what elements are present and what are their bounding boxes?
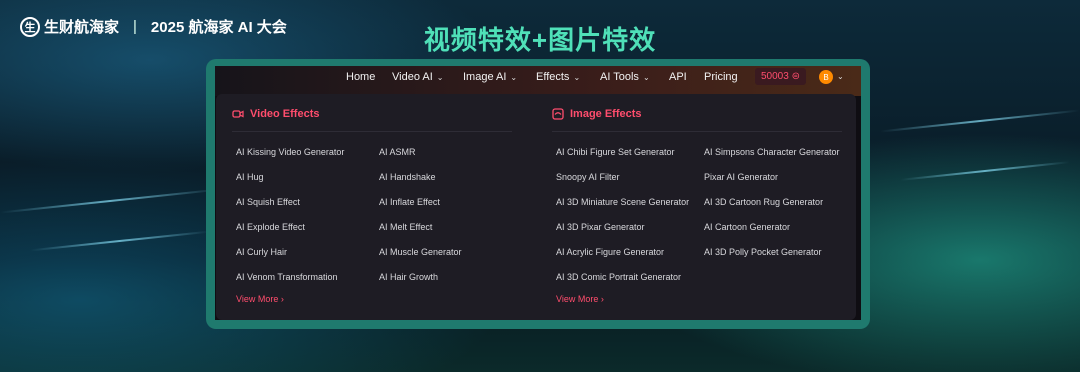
chevron-down-icon: ⌄	[642, 73, 650, 82]
video-effects-heading: Video Effects	[232, 108, 320, 120]
slide-headline: 视频特效+图片特效	[423, 25, 657, 55]
user-avatar[interactable]: B	[819, 70, 833, 84]
light-streak	[900, 161, 1070, 181]
nav-pricing[interactable]: Pricing	[704, 71, 738, 83]
image-effect-link[interactable]: AI 3D Pixar Generator	[556, 222, 645, 232]
credits-value: 50003	[761, 71, 789, 82]
video-effect-link[interactable]: AI Hair Growth	[379, 272, 438, 282]
image-effect-link[interactable]: AI Simpsons Character Generator	[704, 147, 840, 157]
website-screenshot: Home Video AI ⌄ Image AI ⌄ Effects ⌄ AI Too…	[215, 66, 861, 320]
image-effect-link[interactable]: AI Cartoon Generator	[704, 222, 790, 232]
nav-video-ai-label: Video AI	[392, 71, 433, 83]
video-effect-link[interactable]: AI Muscle Generator	[379, 247, 462, 257]
video-effects-divider	[232, 131, 512, 132]
image-effects-title: Image Effects	[570, 108, 642, 120]
image-effect-link[interactable]: AI 3D Miniature Scene Generator	[556, 197, 689, 207]
nav-home[interactable]: Home	[346, 71, 375, 83]
image-effects-divider	[552, 131, 842, 132]
nav-effects[interactable]: Effects ⌄	[536, 71, 580, 83]
video-view-more-link[interactable]: View More ›	[236, 294, 284, 304]
nav-effects-label: Effects	[536, 71, 570, 83]
video-effects-title: Video Effects	[250, 108, 320, 120]
image-effect-link[interactable]: Snoopy AI Filter	[556, 172, 620, 182]
image-effects-icon	[552, 108, 564, 120]
video-effect-link[interactable]: AI Squish Effect	[236, 197, 300, 207]
chevron-down-icon[interactable]: ⌄	[837, 72, 844, 81]
nav-video-ai[interactable]: Video AI ⌄	[392, 71, 443, 83]
video-effect-link[interactable]: AI Venom Transformation	[236, 272, 338, 282]
image-effect-link[interactable]: AI 3D Comic Portrait Generator	[556, 272, 681, 282]
video-effect-link[interactable]: AI Inflate Effect	[379, 197, 440, 207]
image-effect-link[interactable]: Pixar AI Generator	[704, 172, 778, 182]
effects-dropdown-panel: Video Effects AI Kissing Video Generator…	[216, 94, 856, 320]
light-streak	[0, 188, 220, 214]
video-effect-link[interactable]: AI Melt Effect	[379, 222, 432, 232]
chevron-down-icon: ⌄	[510, 73, 518, 82]
video-effect-link[interactable]: AI Hug	[236, 172, 264, 182]
nav-api[interactable]: API	[669, 71, 687, 83]
video-effect-link[interactable]: AI Explode Effect	[236, 222, 305, 232]
chevron-down-icon: ⌄	[573, 73, 581, 82]
credits-badge[interactable]: 50003 ⊜	[755, 68, 806, 85]
coin-icon: ⊜	[791, 71, 800, 82]
image-effect-link[interactable]: AI Acrylic Figure Generator	[556, 247, 664, 257]
video-effect-link[interactable]: AI Curly Hair	[236, 247, 287, 257]
nav-image-ai[interactable]: Image AI ⌄	[463, 71, 517, 83]
video-effect-link[interactable]: AI ASMR	[379, 147, 416, 157]
top-nav: Home Video AI ⌄ Image AI ⌄ Effects ⌄ AI Too…	[215, 66, 861, 88]
image-effects-heading: Image Effects	[552, 108, 642, 120]
image-effect-link[interactable]: AI 3D Cartoon Rug Generator	[704, 197, 823, 207]
image-effect-link[interactable]: AI 3D Polly Pocket Generator	[704, 247, 822, 257]
light-streak	[30, 230, 210, 252]
nav-ai-tools[interactable]: AI Tools ⌄	[600, 71, 650, 83]
image-effect-link[interactable]: AI Chibi Figure Set Generator	[556, 147, 675, 157]
image-view-more-link[interactable]: View More ›	[556, 294, 604, 304]
nav-ai-tools-label: AI Tools	[600, 71, 639, 83]
video-camera-icon	[232, 110, 244, 118]
light-streak	[880, 109, 1080, 133]
video-effect-link[interactable]: AI Kissing Video Generator	[236, 147, 344, 157]
video-effect-link[interactable]: AI Handshake	[379, 172, 436, 182]
chevron-down-icon: ⌄	[436, 73, 444, 82]
nav-image-ai-label: Image AI	[463, 71, 507, 83]
